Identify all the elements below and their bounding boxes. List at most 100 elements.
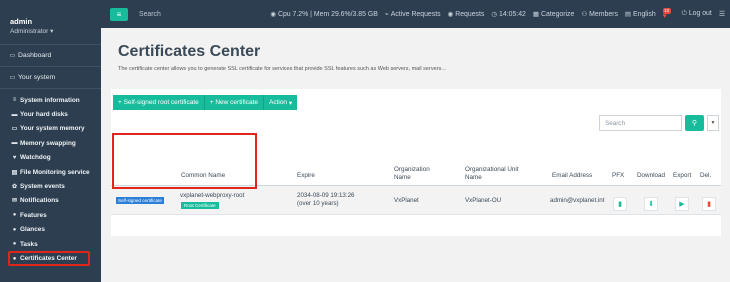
clock: ◷ 14:05:42 — [491, 10, 526, 18]
language-selector[interactable]: ▤ English — [625, 10, 656, 18]
clock-time: 14:05:42 — [499, 11, 526, 18]
common-name-link[interactable]: vxplanet-webproxy-root — [180, 192, 244, 200]
topbar: ≡ Search ◉ Cpu 7.2% | Mem 29.6%/3.85 GB ⌁… — [101, 0, 730, 28]
new-certificate-button[interactable]: + New certificate — [203, 95, 263, 110]
column-header-org-unit[interactable]: Organizational Unit Name — [465, 166, 531, 182]
sidebar-item-hard-disks[interactable]: ▬ Your hard disks — [0, 107, 101, 121]
column-header-email[interactable]: Email Address — [552, 172, 592, 180]
requests-label: Requests — [455, 11, 485, 18]
sidebar-item-label: Tasks — [20, 240, 38, 248]
expire-cell: 2034-08-09 19:13:26 (over 10 years) — [297, 192, 355, 207]
sidebar-item-system-information[interactable]: ≡ System information — [0, 93, 101, 107]
users-icon: ⚇ — [581, 11, 588, 18]
sidebar-item-system-memory[interactable]: ▭ Your system memory — [0, 122, 101, 136]
export-button[interactable]: ▶ — [675, 197, 689, 211]
system-stats[interactable]: ◉ Cpu 7.2% | Mem 29.6%/3.85 GB — [270, 10, 378, 18]
pulse-icon: ⌁ — [384, 11, 389, 18]
column-header-export: Export — [673, 172, 692, 179]
keyboard-icon: ▤ — [624, 11, 632, 18]
hamburger-icon: ≡ — [116, 9, 122, 19]
search-options-dropdown[interactable]: ▼ — [707, 115, 719, 131]
top-search[interactable]: Search — [139, 11, 161, 18]
desktop-icon: ▭ — [9, 53, 16, 59]
trash-icon: ▮ — [707, 201, 711, 208]
events-icon: ✿ — [11, 184, 18, 191]
action-dropdown-button[interactable]: Action ▾ — [262, 95, 298, 110]
sidebar-group-label: Your system — [18, 74, 56, 81]
system-stats-text: Cpu 7.2% | Mem 29.6%/3.85 GB — [278, 11, 378, 18]
caret-down-icon: ▾ — [288, 99, 293, 107]
page-subtitle: The certificate center allows you to gen… — [118, 66, 446, 72]
envelope-icon: ✉ — [11, 198, 18, 205]
clock-icon: ◷ — [491, 11, 498, 18]
categorize-label: Categorize — [541, 11, 575, 18]
email-cell: admin@vxplanet.int — [550, 197, 605, 204]
search-icon: ⚲ — [691, 120, 698, 127]
download-button[interactable]: ⬇ — [644, 197, 658, 211]
notifications-button[interactable]: 10 ♥ — [662, 7, 673, 21]
categorize-icon: ▦ — [532, 11, 540, 18]
column-header-organization[interactable]: Organization Name — [394, 166, 440, 182]
memory-icon: ▭ — [11, 126, 18, 133]
sidebar-item-label: System events — [20, 183, 65, 191]
search-input[interactable]: Search — [599, 115, 682, 131]
sidebar-item-memory-swapping[interactable]: ▬ Memory swapping — [0, 136, 101, 150]
sidebar-item-tasks[interactable]: ● Tasks — [0, 237, 101, 251]
caret-down-icon: ▾ — [50, 28, 54, 35]
sidebar-item-watchdog[interactable]: ♥ Watchdog — [0, 151, 101, 165]
sidebar-item-file-monitoring[interactable]: ▤ File Monitoring service — [0, 165, 101, 179]
export-icon: ▶ — [679, 201, 685, 208]
glances-icon: ● — [12, 226, 17, 233]
search-button[interactable]: ⚲ — [685, 115, 704, 131]
sidebar-item-certificates-center[interactable]: ● Certificates Center — [8, 251, 90, 267]
user-panel[interactable]: admin Administrator ▾ — [0, 0, 101, 44]
user-role-dropdown[interactable]: Administrator ▾ — [10, 27, 101, 35]
caret-down-icon: ▼ — [710, 120, 716, 126]
file-icon: ▮ — [618, 201, 622, 208]
org-unit-cell: VxPlanet-OU — [465, 197, 502, 204]
sidebar-item-features[interactable]: ● Features — [0, 208, 101, 222]
column-header-pfx: PFX — [612, 172, 625, 179]
user-name: admin — [10, 17, 33, 26]
column-header-download: Download — [637, 172, 666, 179]
dashboard-icon: ◉ — [270, 11, 276, 18]
members-link[interactable]: ⚇ Members — [581, 10, 618, 18]
user-role: Administrator — [10, 28, 49, 35]
delete-button[interactable]: ▮ — [702, 197, 716, 211]
sidebar-item-label: Your system memory — [20, 125, 85, 133]
eye-icon: ◉ — [447, 11, 454, 18]
power-icon: ⏻ — [681, 10, 687, 17]
members-label: Members — [589, 11, 618, 18]
column-header-expire[interactable]: Expire — [297, 172, 315, 180]
sidebar-item-your-system[interactable]: ▭ Your system — [0, 67, 101, 88]
active-requests-label: Active Requests — [390, 11, 441, 18]
organization-cell: VxPlanet — [394, 197, 419, 204]
sidebar-item-label: Your hard disks — [20, 111, 68, 119]
tasks-icon: ● — [12, 241, 17, 248]
logout-link[interactable]: ⏻ Log out — [682, 10, 712, 18]
page-title: Certificates Center — [118, 43, 261, 60]
menu-toggle-button[interactable]: ≡ — [110, 7, 128, 21]
sidebar-item-label: Glances — [20, 226, 45, 234]
list-menu-icon[interactable]: ☰ — [719, 10, 725, 18]
active-requests-link[interactable]: ⌁ Active Requests — [385, 10, 441, 18]
sidebar: admin Administrator ▾ ▭ Dashboard ▭ Your… — [0, 0, 101, 282]
self-signed-badge: Self-signed certificate — [116, 197, 164, 204]
main-content: Certificates Center The certificate cent… — [101, 28, 730, 282]
sidebar-item-system-events[interactable]: ✿ System events — [0, 179, 101, 193]
self-signed-root-button[interactable]: + Self-signed root certificate — [113, 95, 204, 110]
requests-link[interactable]: ◉ Requests — [448, 10, 485, 18]
swap-icon: ▬ — [11, 140, 18, 147]
sidebar-item-dashboard[interactable]: ▭ Dashboard — [0, 45, 101, 66]
categorize-link[interactable]: ▦ Categorize — [533, 10, 574, 18]
sidebar-item-glances[interactable]: ● Glances — [0, 223, 101, 237]
sidebar-item-label: Features — [20, 211, 47, 219]
logout-label: Log out — [688, 10, 712, 17]
pfx-button[interactable]: ▮ — [613, 197, 627, 211]
sidebar-item-notifications[interactable]: ✉ Notifications — [0, 194, 101, 208]
language-label: English — [633, 11, 656, 18]
sidebar-item-label: File Monitoring service — [20, 168, 90, 176]
desktop-icon: ▭ — [9, 75, 16, 81]
bell-icon: ♥ — [662, 13, 667, 20]
features-icon: ● — [12, 212, 17, 219]
